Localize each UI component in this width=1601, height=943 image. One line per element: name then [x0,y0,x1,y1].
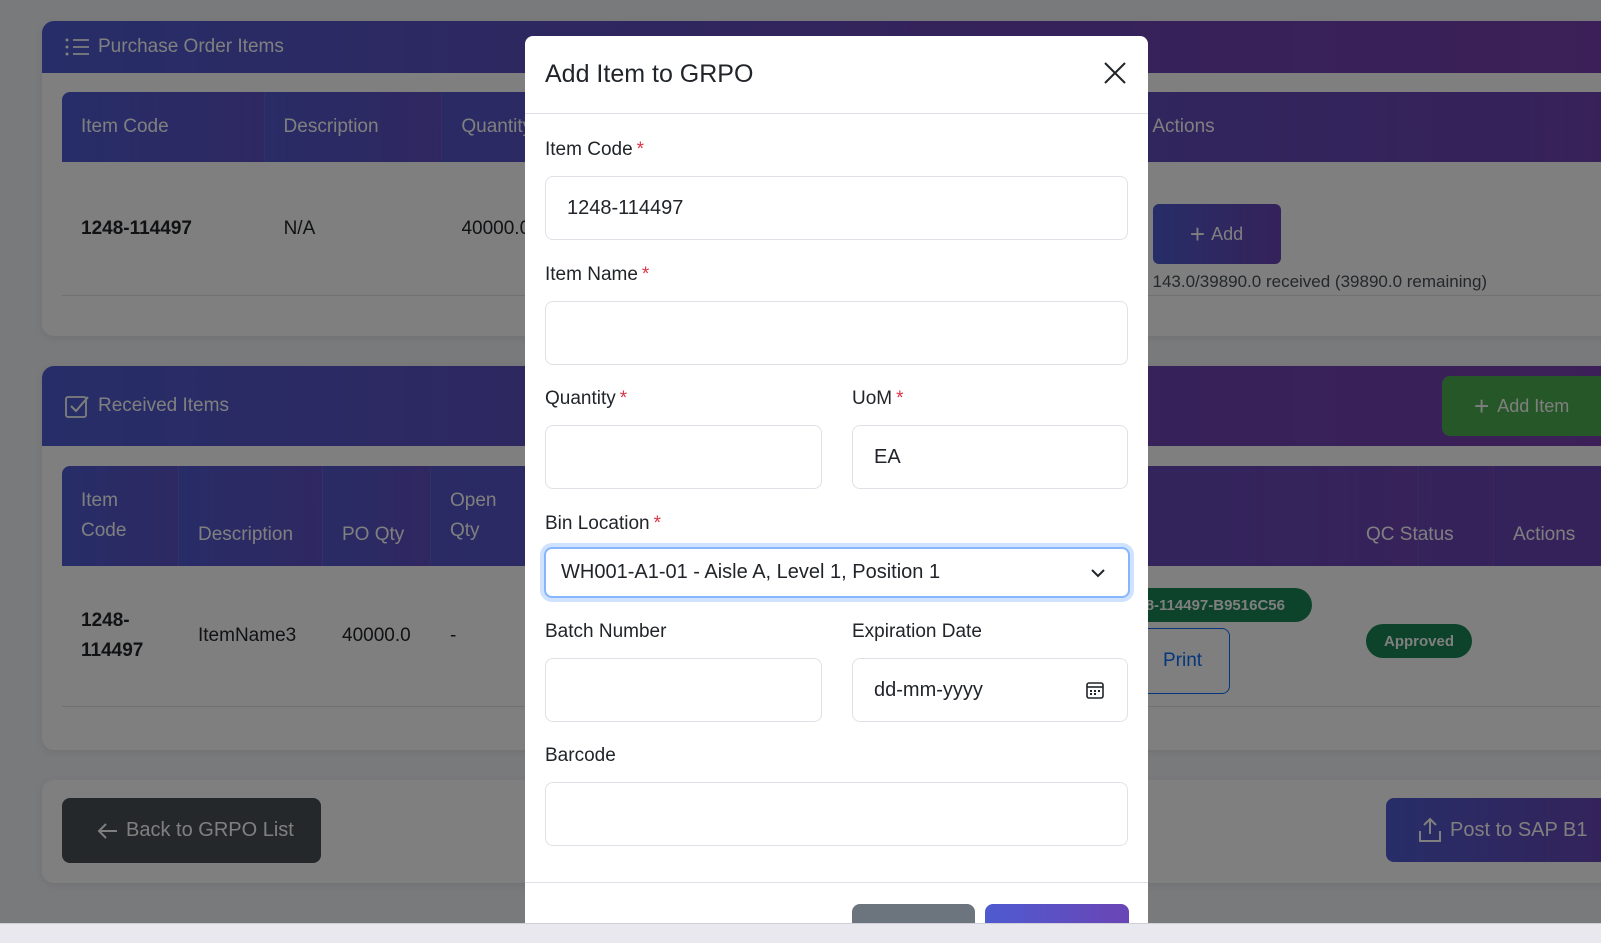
quantity-input[interactable] [545,425,822,489]
close-icon[interactable] [1098,56,1132,90]
modal-footer [525,882,1148,883]
item-code-label: Item Code * [545,139,645,160]
uom-input[interactable]: EA [852,425,1128,489]
uom-label: UoM * [852,388,904,409]
quantity-label: Quantity * [545,388,628,409]
bin-location-select[interactable]: WH001-A1-01 - Aisle A, Level 1, Position… [544,547,1130,598]
item-code-input[interactable]: 1248-114497 [545,176,1128,240]
chevron-down-icon [1090,568,1106,578]
item-name-input[interactable] [545,301,1128,365]
modal-header: Add Item to GRPO [525,36,1148,114]
bin-location-label: Bin Location * [545,513,661,534]
batch-number-input[interactable] [545,658,822,722]
calendar-icon[interactable] [1085,680,1105,700]
batch-number-label: Batch Number [545,621,667,642]
modal-title: Add Item to GRPO [545,60,754,88]
os-taskbar [0,923,1601,943]
barcode-input[interactable] [545,782,1128,846]
add-item-modal: Add Item to GRPO Item Code * 1248-114497 … [525,36,1148,943]
expiration-date-input[interactable]: dd-mm-yyyy [852,658,1128,722]
expiration-date-label: Expiration Date [852,621,982,642]
item-name-label: Item Name * [545,264,650,285]
barcode-label: Barcode [545,745,616,766]
